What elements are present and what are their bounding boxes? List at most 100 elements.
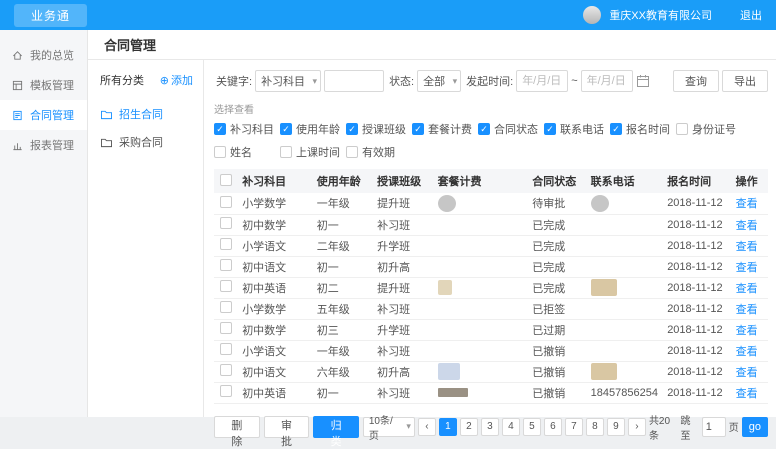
checkbox-unchecked-icon[interactable] <box>676 123 688 135</box>
export-button[interactable]: 导出 <box>722 70 768 92</box>
category-item[interactable]: 采购合同 <box>88 128 203 156</box>
checkbox-checked-icon[interactable]: ✓ <box>478 123 490 135</box>
next-page-button[interactable]: › <box>628 418 646 436</box>
sidebar-item-label: 我的总览 <box>30 47 74 63</box>
category-item[interactable]: 招生合同 <box>88 100 203 128</box>
view-link[interactable]: 查看 <box>736 198 758 210</box>
checkbox-checked-icon[interactable]: ✓ <box>214 123 226 135</box>
view-link[interactable]: 查看 <box>736 367 758 379</box>
jump-page-input[interactable] <box>702 417 726 437</box>
page-button[interactable]: 8 <box>586 418 604 436</box>
sidebar-item-contracts[interactable]: 合同管理 <box>0 100 87 130</box>
row-checkbox[interactable] <box>220 259 232 271</box>
go-button[interactable]: go <box>742 417 768 437</box>
view-link[interactable]: 查看 <box>736 220 758 232</box>
row-checkbox[interactable] <box>220 322 232 334</box>
row-checkbox[interactable] <box>220 238 232 250</box>
prev-page-button[interactable]: ‹ <box>418 418 436 436</box>
calendar-icon[interactable] <box>636 74 654 88</box>
view-link[interactable]: 查看 <box>736 304 758 316</box>
cell-phone: 18457856254 <box>589 382 666 403</box>
view-link[interactable]: 查看 <box>736 325 758 337</box>
table-row: 小学语文二年级升学班已完成2018-11-12查看 <box>214 235 768 256</box>
column-header: 合同状态 <box>530 169 588 193</box>
app-logo[interactable]: 业务通 <box>14 4 87 27</box>
checkbox-unchecked-icon[interactable] <box>280 146 292 158</box>
categorize-button[interactable]: 归类 <box>313 416 359 438</box>
cell-checkbox <box>214 298 240 319</box>
report-icon <box>12 140 24 151</box>
pagination: 10条/页 ▾ ‹ 123456789 › 共20条 跳至 页 go <box>363 412 768 442</box>
column-toggle[interactable]: 上课时间 <box>280 144 346 160</box>
search-button[interactable]: 查询 <box>673 70 719 92</box>
column-toggle[interactable]: ✓ 授课班级 <box>346 121 412 137</box>
row-checkbox[interactable] <box>220 364 232 376</box>
table-row: 初中英语初二提升班已完成2018-11-12查看 <box>214 277 768 298</box>
view-link[interactable]: 查看 <box>736 283 758 295</box>
page-button[interactable]: 4 <box>502 418 520 436</box>
checkbox-checked-icon[interactable]: ✓ <box>544 123 556 135</box>
logout-link[interactable]: 退出 <box>740 7 762 23</box>
column-toggle[interactable]: 有效期 <box>346 144 412 160</box>
row-checkbox[interactable] <box>220 196 232 208</box>
keyword-input[interactable] <box>324 70 384 92</box>
select-all-checkbox[interactable] <box>220 174 232 186</box>
checkbox-unchecked-icon[interactable] <box>346 146 358 158</box>
page-button[interactable]: 2 <box>460 418 478 436</box>
status-select[interactable]: 全部 ▾ <box>417 70 461 92</box>
date-to-input[interactable] <box>581 70 633 92</box>
cell-age: 一年级 <box>315 340 375 361</box>
cell-age: 初一 <box>315 382 375 403</box>
keyword-type-select[interactable]: 补习科目 ▾ <box>255 70 321 92</box>
page-button[interactable]: 5 <box>523 418 541 436</box>
main-frame: 我的总览模板管理合同管理报表管理 合同管理 所有分类 ⊕ 添加 招生合同采购合同 <box>0 30 776 417</box>
avatar[interactable] <box>583 6 601 24</box>
column-toggle[interactable]: ✓合同状态 <box>478 121 544 137</box>
sidebar-item-reports[interactable]: 报表管理 <box>0 130 87 160</box>
cell-class: 提升班 <box>375 193 435 214</box>
column-toggle[interactable]: ✓套餐计费 <box>412 121 478 137</box>
checkbox-checked-icon[interactable]: ✓ <box>346 123 358 135</box>
cell-status: 已撤销 <box>530 361 588 382</box>
column-toggles-row2: 姓名上课时间有效期 <box>214 144 768 160</box>
column-toggle[interactable]: ✓使用年龄 <box>280 121 346 137</box>
column-toggle[interactable]: ✓报名时间 <box>610 121 676 137</box>
cell-age: 二年级 <box>315 235 375 256</box>
sidebar-item-overview[interactable]: 我的总览 <box>0 40 87 70</box>
column-toggle[interactable]: ✓联系电话 <box>544 121 610 137</box>
delete-button[interactable]: 删除 <box>214 416 260 438</box>
checkbox-checked-icon[interactable]: ✓ <box>610 123 622 135</box>
page-button[interactable]: 6 <box>544 418 562 436</box>
view-link[interactable]: 查看 <box>736 241 758 253</box>
page-button[interactable]: 3 <box>481 418 499 436</box>
page-button[interactable]: 7 <box>565 418 583 436</box>
cell-action: 查看 <box>734 382 768 403</box>
page-button[interactable]: 1 <box>439 418 457 436</box>
column-toggle-label: 授课班级 <box>362 121 406 137</box>
view-link[interactable]: 查看 <box>736 388 758 400</box>
view-link[interactable]: 查看 <box>736 262 758 274</box>
category-header: 所有分类 ⊕ 添加 <box>88 72 203 100</box>
checkbox-unchecked-icon[interactable] <box>214 146 226 158</box>
row-checkbox[interactable] <box>220 217 232 229</box>
view-link[interactable]: 查看 <box>736 346 758 358</box>
add-category-button[interactable]: ⊕ 添加 <box>160 72 193 88</box>
sidebar-item-templates[interactable]: 模板管理 <box>0 70 87 100</box>
checkbox-checked-icon[interactable]: ✓ <box>280 123 292 135</box>
date-from-input[interactable] <box>516 70 568 92</box>
categories-title: 所有分类 <box>100 72 144 88</box>
row-checkbox[interactable] <box>220 385 232 397</box>
jump-label: 跳至 <box>680 412 698 442</box>
row-checkbox[interactable] <box>220 280 232 292</box>
page-size-select[interactable]: 10条/页 ▾ <box>363 417 415 437</box>
column-toggle[interactable]: ✓补习科目 <box>214 121 280 137</box>
column-toggle[interactable]: 姓名 <box>214 144 280 160</box>
approve-button[interactable]: 审批 <box>264 416 310 438</box>
page-button[interactable]: 9 <box>607 418 625 436</box>
table-footer: 删除 审批 归类 10条/页 ▾ ‹ 123456789 › 共20条 <box>214 412 768 442</box>
row-checkbox[interactable] <box>220 343 232 355</box>
keyword-label: 关键字: <box>216 73 252 89</box>
row-checkbox[interactable] <box>220 301 232 313</box>
checkbox-checked-icon[interactable]: ✓ <box>412 123 424 135</box>
column-toggle[interactable]: 身份证号 <box>676 121 742 137</box>
